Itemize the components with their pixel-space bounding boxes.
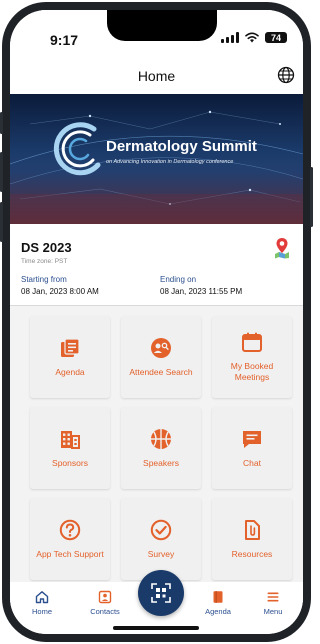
nav-menu[interactable]: Menu [248,590,298,616]
page-title: Home [137,68,176,84]
screen: 9:17 74 Home Dermatology Summit on Advan… [10,10,303,634]
check-circle-icon [150,519,172,540]
nav-agenda-label: Agenda [205,607,231,616]
basketball-icon [151,428,171,449]
app-header: Home [10,54,303,94]
calendar-icon [242,332,262,353]
mute-switch [0,112,3,134]
signal-icon [221,32,239,43]
tile-resources[interactable]: Resources [212,498,292,580]
status-icons: 74 [221,32,287,43]
nav-contacts-label: Contacts [90,607,120,616]
tile-agenda[interactable]: Agenda [30,316,110,398]
qr-scan-button[interactable] [138,570,184,616]
menu-icon [267,592,279,602]
question-icon [59,519,81,540]
phone-frame: 9:17 74 Home Dermatology Summit on Advan… [0,2,313,642]
tile-app-tech-support[interactable]: App Tech Support [30,498,110,580]
start-label: Starting from [21,275,67,284]
qr-scan-icon [151,583,171,603]
globe-icon[interactable] [277,66,295,84]
book-icon [213,591,223,603]
end-label: Ending on [160,275,197,284]
nav-menu-label: Menu [263,607,283,616]
map-pin-icon[interactable] [273,237,291,259]
tile-label: Attendee Search [129,366,193,377]
tile-speakers[interactable]: Speakers [121,407,201,489]
home-icon [35,591,49,604]
battery-icon: 74 [265,32,287,43]
nav-contacts[interactable]: Contacts [80,590,130,616]
event-banner: Dermatology Summit on Advancing Innovati… [10,94,303,224]
volume-down-button [0,202,3,242]
status-bar: 9:17 74 [10,10,303,54]
wifi-icon [245,32,259,43]
nav-home[interactable]: Home [17,590,67,616]
agenda-icon [61,338,80,357]
status-time: 9:17 [50,32,79,48]
tile-label: Chat [243,457,261,468]
event-name: DS 2023 [21,240,72,255]
tile-label: Agenda [55,366,85,377]
tile-label: Speakers [143,457,179,468]
tile-label: App Tech Support [36,548,104,559]
document-icon [245,519,260,540]
notch [107,10,217,41]
volume-up-button [0,152,3,192]
start-value: 08 Jan, 2023 8:00 AM [21,287,99,296]
tile-survey[interactable]: Survey [121,498,201,580]
end-value: 08 Jan, 2023 11:55 PM [160,287,243,296]
tile-chat[interactable]: Chat [212,407,292,489]
attendee-search-icon [151,337,171,358]
contacts-icon [98,590,112,604]
banner-subtitle: on Advancing Innovation in Dermatology c… [106,159,234,165]
tile-label: Survey [147,548,175,559]
home-indicator [113,626,199,630]
nav-agenda[interactable]: Agenda [193,590,243,616]
tile-label: My Booked Meetings [230,361,274,382]
building-icon [61,430,80,449]
chat-icon [243,430,261,448]
tile-label: Sponsors [52,457,88,468]
banner-title: Dermatology Summit [106,138,257,155]
tile-label: Resources [231,548,273,559]
event-info: DS 2023 Time zone: PST Starting from 08 … [10,224,303,306]
tile-sponsors[interactable]: Sponsors [30,407,110,489]
nav-home-label: Home [31,607,52,616]
event-timezone: Time zone: PST [21,258,68,265]
tile-attendee-search[interactable]: Attendee Search [121,316,201,398]
power-button [310,167,313,227]
summit-logo-icon [53,122,101,176]
tile-my-booked-meetings[interactable]: My Booked Meetings [212,316,292,398]
